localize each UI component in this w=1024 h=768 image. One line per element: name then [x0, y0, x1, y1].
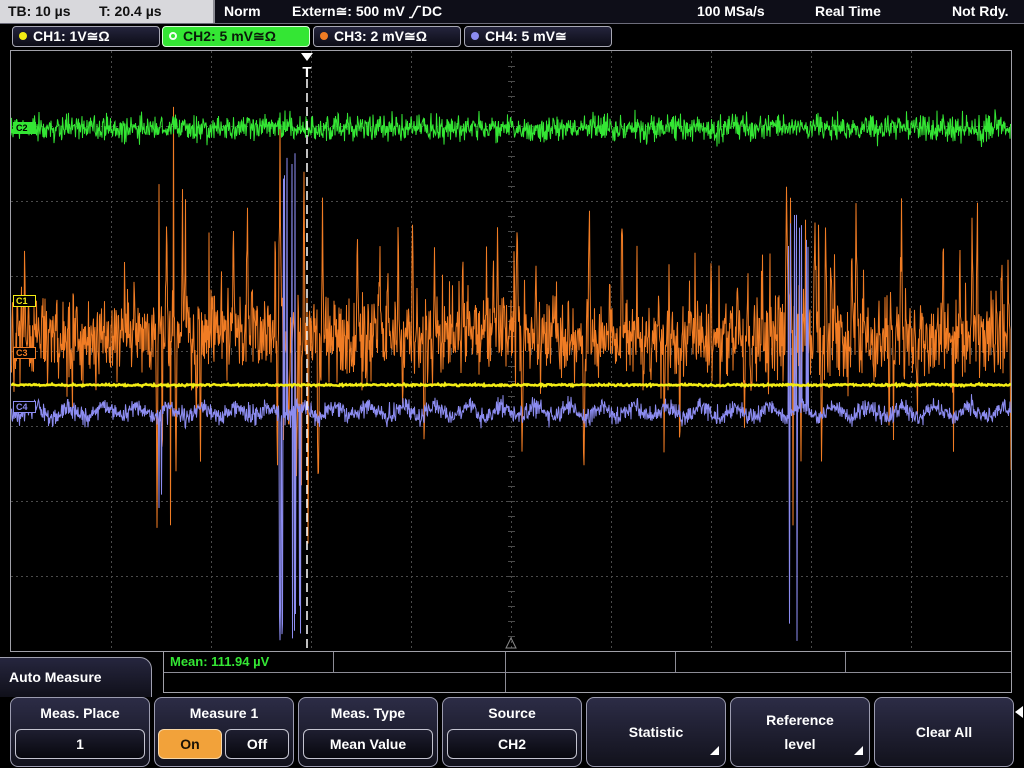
meas-type-softkey[interactable]: Meas. Type Mean Value: [298, 697, 438, 767]
measurement-column-divider: [505, 673, 506, 692]
ch4-offset-marker: C4: [13, 401, 36, 413]
menu-title: Auto Measure: [0, 657, 152, 697]
ch1-color-dot-icon: [19, 32, 27, 40]
source-label: Source: [488, 705, 536, 721]
trigger-settings: Extern≅: 500 mV DC: [292, 0, 442, 23]
ch3-button[interactable]: CH3: 2 mV≅Ω: [313, 26, 461, 47]
ch1-label: CH1: 1V≅Ω: [33, 28, 110, 44]
trigger-time-readout: T: 20.4 µs: [99, 3, 162, 19]
submenu-arrow-icon: [710, 746, 719, 755]
measurement-panel: Mean: 111.94 µV: [163, 651, 1012, 693]
meas-place-softkey[interactable]: Meas. Place 1: [10, 697, 150, 767]
ch2-color-dot-icon: [169, 32, 177, 40]
measurement-column-divider: [333, 652, 334, 672]
ch1-button[interactable]: CH1: 1V≅Ω: [12, 26, 160, 47]
meas-place-label: Meas. Place: [40, 705, 120, 721]
rising-edge-icon: [408, 5, 421, 18]
acquisition-status: Not Rdy.: [952, 3, 1009, 19]
reference-level-label-line2: level: [784, 736, 816, 752]
submenu-arrow-icon: [854, 746, 863, 755]
measurement-column-divider: [845, 652, 846, 672]
trigger-coupling: DC: [421, 3, 443, 19]
measurement-readout: Mean: 111.94 µV: [170, 654, 270, 669]
waveform-display: T C2 C1 C3 C4: [10, 50, 1012, 652]
measurement-column-divider: [675, 652, 676, 672]
meas-type-label: Meas. Type: [330, 705, 406, 721]
ch2-label: CH2: 5 mV≅Ω: [183, 28, 276, 44]
ch1-trace: [11, 381, 1011, 390]
sample-rate: 100 MSa/s: [697, 3, 765, 19]
ch4-color-dot-icon: [471, 32, 479, 40]
acquisition-mode: Real Time: [815, 3, 881, 19]
measurement-column-divider: [505, 652, 506, 672]
trigger-mode: Norm: [224, 3, 261, 19]
reference-level-label-line1: Reference: [766, 712, 834, 728]
status-bar: TB: 10 µs T: 20.4 µs Norm Extern≅: 500 m…: [0, 0, 1024, 24]
measure1-label: Measure 1: [189, 705, 259, 721]
trigger-overlay: T: [301, 53, 517, 650]
statistic-label: Statistic: [628, 724, 684, 740]
trigger-marker-label: T: [302, 64, 311, 81]
ch1-offset-marker: C1: [13, 295, 36, 307]
rising-edge-icon-path: [408, 5, 421, 18]
timebase-panel[interactable]: TB: 10 µs T: 20.4 µs: [0, 0, 215, 23]
measurement-row-divider: [164, 672, 1011, 673]
measure1-softkey[interactable]: Measure 1 On Off: [154, 697, 294, 767]
ch3-color-dot-icon: [320, 32, 328, 40]
reference-level-softkey[interactable]: Reference level: [730, 697, 870, 767]
measure1-option-on[interactable]: On: [158, 729, 222, 759]
ch3-label: CH3: 2 mV≅Ω: [334, 28, 427, 44]
trigger-source: Extern≅: 500 mV: [292, 3, 405, 19]
source-value[interactable]: CH2: [447, 729, 577, 759]
ch4-button[interactable]: CH4: 5 mV≅: [464, 26, 612, 47]
ch3-offset-marker: C3: [13, 347, 36, 359]
menu-arrow-icon[interactable]: [1015, 706, 1023, 718]
ch2-button[interactable]: CH2: 5 mV≅Ω: [162, 26, 310, 47]
clear-all-label: Clear All: [915, 724, 973, 740]
waveform-plot: T: [11, 51, 1011, 651]
timebase-readout: TB: 10 µs: [8, 3, 71, 19]
ch4-label: CH4: 5 mV≅: [485, 28, 567, 44]
statistic-softkey[interactable]: Statistic: [586, 697, 726, 767]
ch2-offset-marker: C2: [13, 122, 36, 134]
meas-place-value[interactable]: 1: [15, 729, 145, 759]
source-softkey[interactable]: Source CH2: [442, 697, 582, 767]
clear-all-softkey[interactable]: Clear All: [874, 697, 1014, 767]
meas-type-value[interactable]: Mean Value: [303, 729, 433, 759]
measure1-option-off[interactable]: Off: [225, 729, 289, 759]
